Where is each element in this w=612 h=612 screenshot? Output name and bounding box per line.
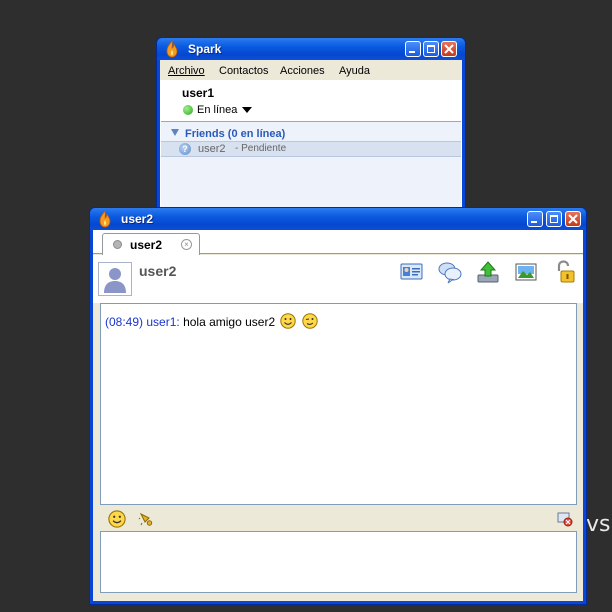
window-title: Spark <box>188 42 222 56</box>
chat-history-icon[interactable] <box>438 260 462 284</box>
close-button[interactable] <box>565 211 581 227</box>
chat-input-toolbar <box>93 508 583 530</box>
maximize-button[interactable] <box>546 211 562 227</box>
wink-icon <box>302 313 318 329</box>
message-timestamp: (08:49) <box>105 315 144 329</box>
spark-flame-icon <box>99 210 111 228</box>
screenshot-icon[interactable] <box>514 260 538 284</box>
chat-header: user2 <box>93 255 583 303</box>
offline-status-icon <box>113 240 122 249</box>
contact-roster: Friends (0 en línea) ? user2 - Pendiente <box>161 121 461 208</box>
spark-main-window: Spark Archivo Contactos Acciones Ayuda u… <box>156 37 466 212</box>
window-title: user2 <box>121 212 154 226</box>
contact-row-user2[interactable]: ? user2 - Pendiente <box>161 141 461 157</box>
close-chat-icon[interactable] <box>557 511 573 527</box>
message-text: hola amigo user2 <box>183 315 276 329</box>
user-avatar-icon <box>104 268 126 293</box>
send-file-icon[interactable] <box>476 260 500 284</box>
vcard-icon[interactable] <box>400 260 424 284</box>
message-sender: user1: <box>146 315 180 329</box>
group-header-friends[interactable]: Friends (0 en línea) <box>161 125 461 141</box>
expand-arrow-icon[interactable] <box>171 129 179 136</box>
close-button[interactable] <box>441 41 457 57</box>
maximize-button[interactable] <box>423 41 439 57</box>
desktop-text: vs S <box>586 512 612 537</box>
spark-flame-icon <box>166 40 178 58</box>
chat-contact-name: user2 <box>139 263 177 279</box>
contact-status: - Pendiente <box>235 143 287 154</box>
smile-icon <box>280 313 297 329</box>
spark-client: Archivo Contactos Acciones Ayuda user1 E… <box>160 60 462 208</box>
user-panel: user1 En línea <box>160 80 462 118</box>
close-icon <box>568 214 578 224</box>
tab-close-icon[interactable]: × <box>181 239 192 250</box>
tab-strip: user2 × <box>93 230 583 255</box>
minimize-button[interactable] <box>527 211 543 227</box>
minimize-button[interactable] <box>405 41 421 57</box>
online-status-icon <box>183 105 193 115</box>
chat-titlebar[interactable]: user2 <box>90 208 586 230</box>
menu-archivo[interactable]: Archivo <box>168 65 205 77</box>
avatar <box>98 262 132 296</box>
pending-status-icon: ? <box>179 143 191 155</box>
message-row: (08:49) user1: hola amigo user2 <box>105 313 318 329</box>
menu-acciones[interactable]: Acciones <box>280 65 325 77</box>
nudge-icon[interactable] <box>138 511 154 527</box>
current-username: user1 <box>182 86 215 100</box>
presence-status[interactable]: En línea <box>197 104 237 116</box>
menu-ayuda[interactable]: Ayuda <box>339 65 370 77</box>
contact-name: user2 <box>198 143 226 155</box>
chat-window: user2 user2 × user2 (08:49) user1: hola … <box>89 207 587 605</box>
message-input[interactable] <box>100 531 577 593</box>
chat-client: user2 × user2 (08:49) user1: hola amigo … <box>93 230 583 601</box>
menu-bar: Archivo Contactos Acciones Ayuda <box>160 60 462 80</box>
tab-user2[interactable]: user2 × <box>102 233 200 255</box>
unlock-icon[interactable] <box>552 260 576 284</box>
emoticon-icon[interactable] <box>108 510 126 528</box>
menu-contactos[interactable]: Contactos <box>219 65 269 77</box>
close-icon <box>444 44 454 54</box>
status-dropdown-arrow-icon[interactable] <box>242 107 252 113</box>
group-label: Friends (0 en línea) <box>185 128 286 140</box>
chat-transcript[interactable]: (08:49) user1: hola amigo user2 <box>100 303 577 505</box>
tab-label: user2 <box>130 238 163 252</box>
spark-titlebar[interactable]: Spark <box>157 38 465 60</box>
